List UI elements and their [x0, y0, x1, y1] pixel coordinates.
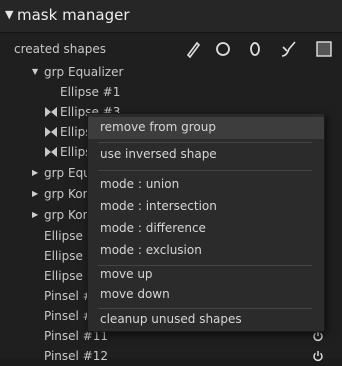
menu-item-move-down[interactable]: move down [88, 284, 324, 306]
tree-row-group[interactable]: ▼ grp Equalizer [0, 63, 342, 82]
collapsed-arrow-icon[interactable]: ▶ [32, 168, 38, 177]
power-icon[interactable] [312, 350, 324, 362]
mask-manager-header[interactable]: ▼ mask manager [0, 0, 342, 33]
tree-row-shape[interactable]: Ellipse #1 [0, 83, 342, 102]
context-menu: remove from group use inversed shape mod… [87, 113, 325, 332]
collapse-arrow-icon[interactable]: ▼ [5, 8, 13, 21]
menu-item-mode-union[interactable]: mode : union [88, 174, 324, 196]
menu-item-move-up[interactable]: move up [88, 264, 324, 286]
shapes-toolbar: created shapes [0, 37, 342, 61]
circle-icon[interactable] [212, 38, 234, 60]
collapsed-arrow-icon[interactable]: ▶ [32, 189, 38, 198]
expanded-arrow-icon[interactable]: ▼ [32, 67, 38, 76]
menu-item-use-inversed-shape[interactable]: use inversed shape [88, 144, 324, 166]
bowtie-icon [44, 106, 58, 118]
ellipse-icon[interactable] [244, 38, 266, 60]
menu-separator [98, 170, 312, 171]
created-shapes-label: created shapes [14, 42, 106, 56]
menu-item-mode-intersection[interactable]: mode : intersection [88, 196, 324, 218]
collapsed-arrow-icon[interactable]: ▶ [32, 210, 38, 219]
gradient-icon[interactable] [313, 38, 335, 60]
tree-row-shape[interactable]: Pinsel #12 [0, 347, 342, 366]
bowtie-icon [44, 126, 58, 138]
menu-item-mode-difference[interactable]: mode : difference [88, 218, 324, 240]
menu-item-mode-exclusion[interactable]: mode : exclusion [88, 240, 324, 262]
bowtie-icon [44, 146, 58, 158]
brush-icon[interactable] [278, 38, 300, 60]
module-title: mask manager [17, 6, 130, 24]
menu-separator [98, 142, 312, 143]
menu-item-cleanup-unused-shapes[interactable]: cleanup unused shapes [88, 309, 324, 331]
menu-item-remove-from-group[interactable]: remove from group [88, 117, 324, 139]
path-icon[interactable] [182, 38, 204, 60]
